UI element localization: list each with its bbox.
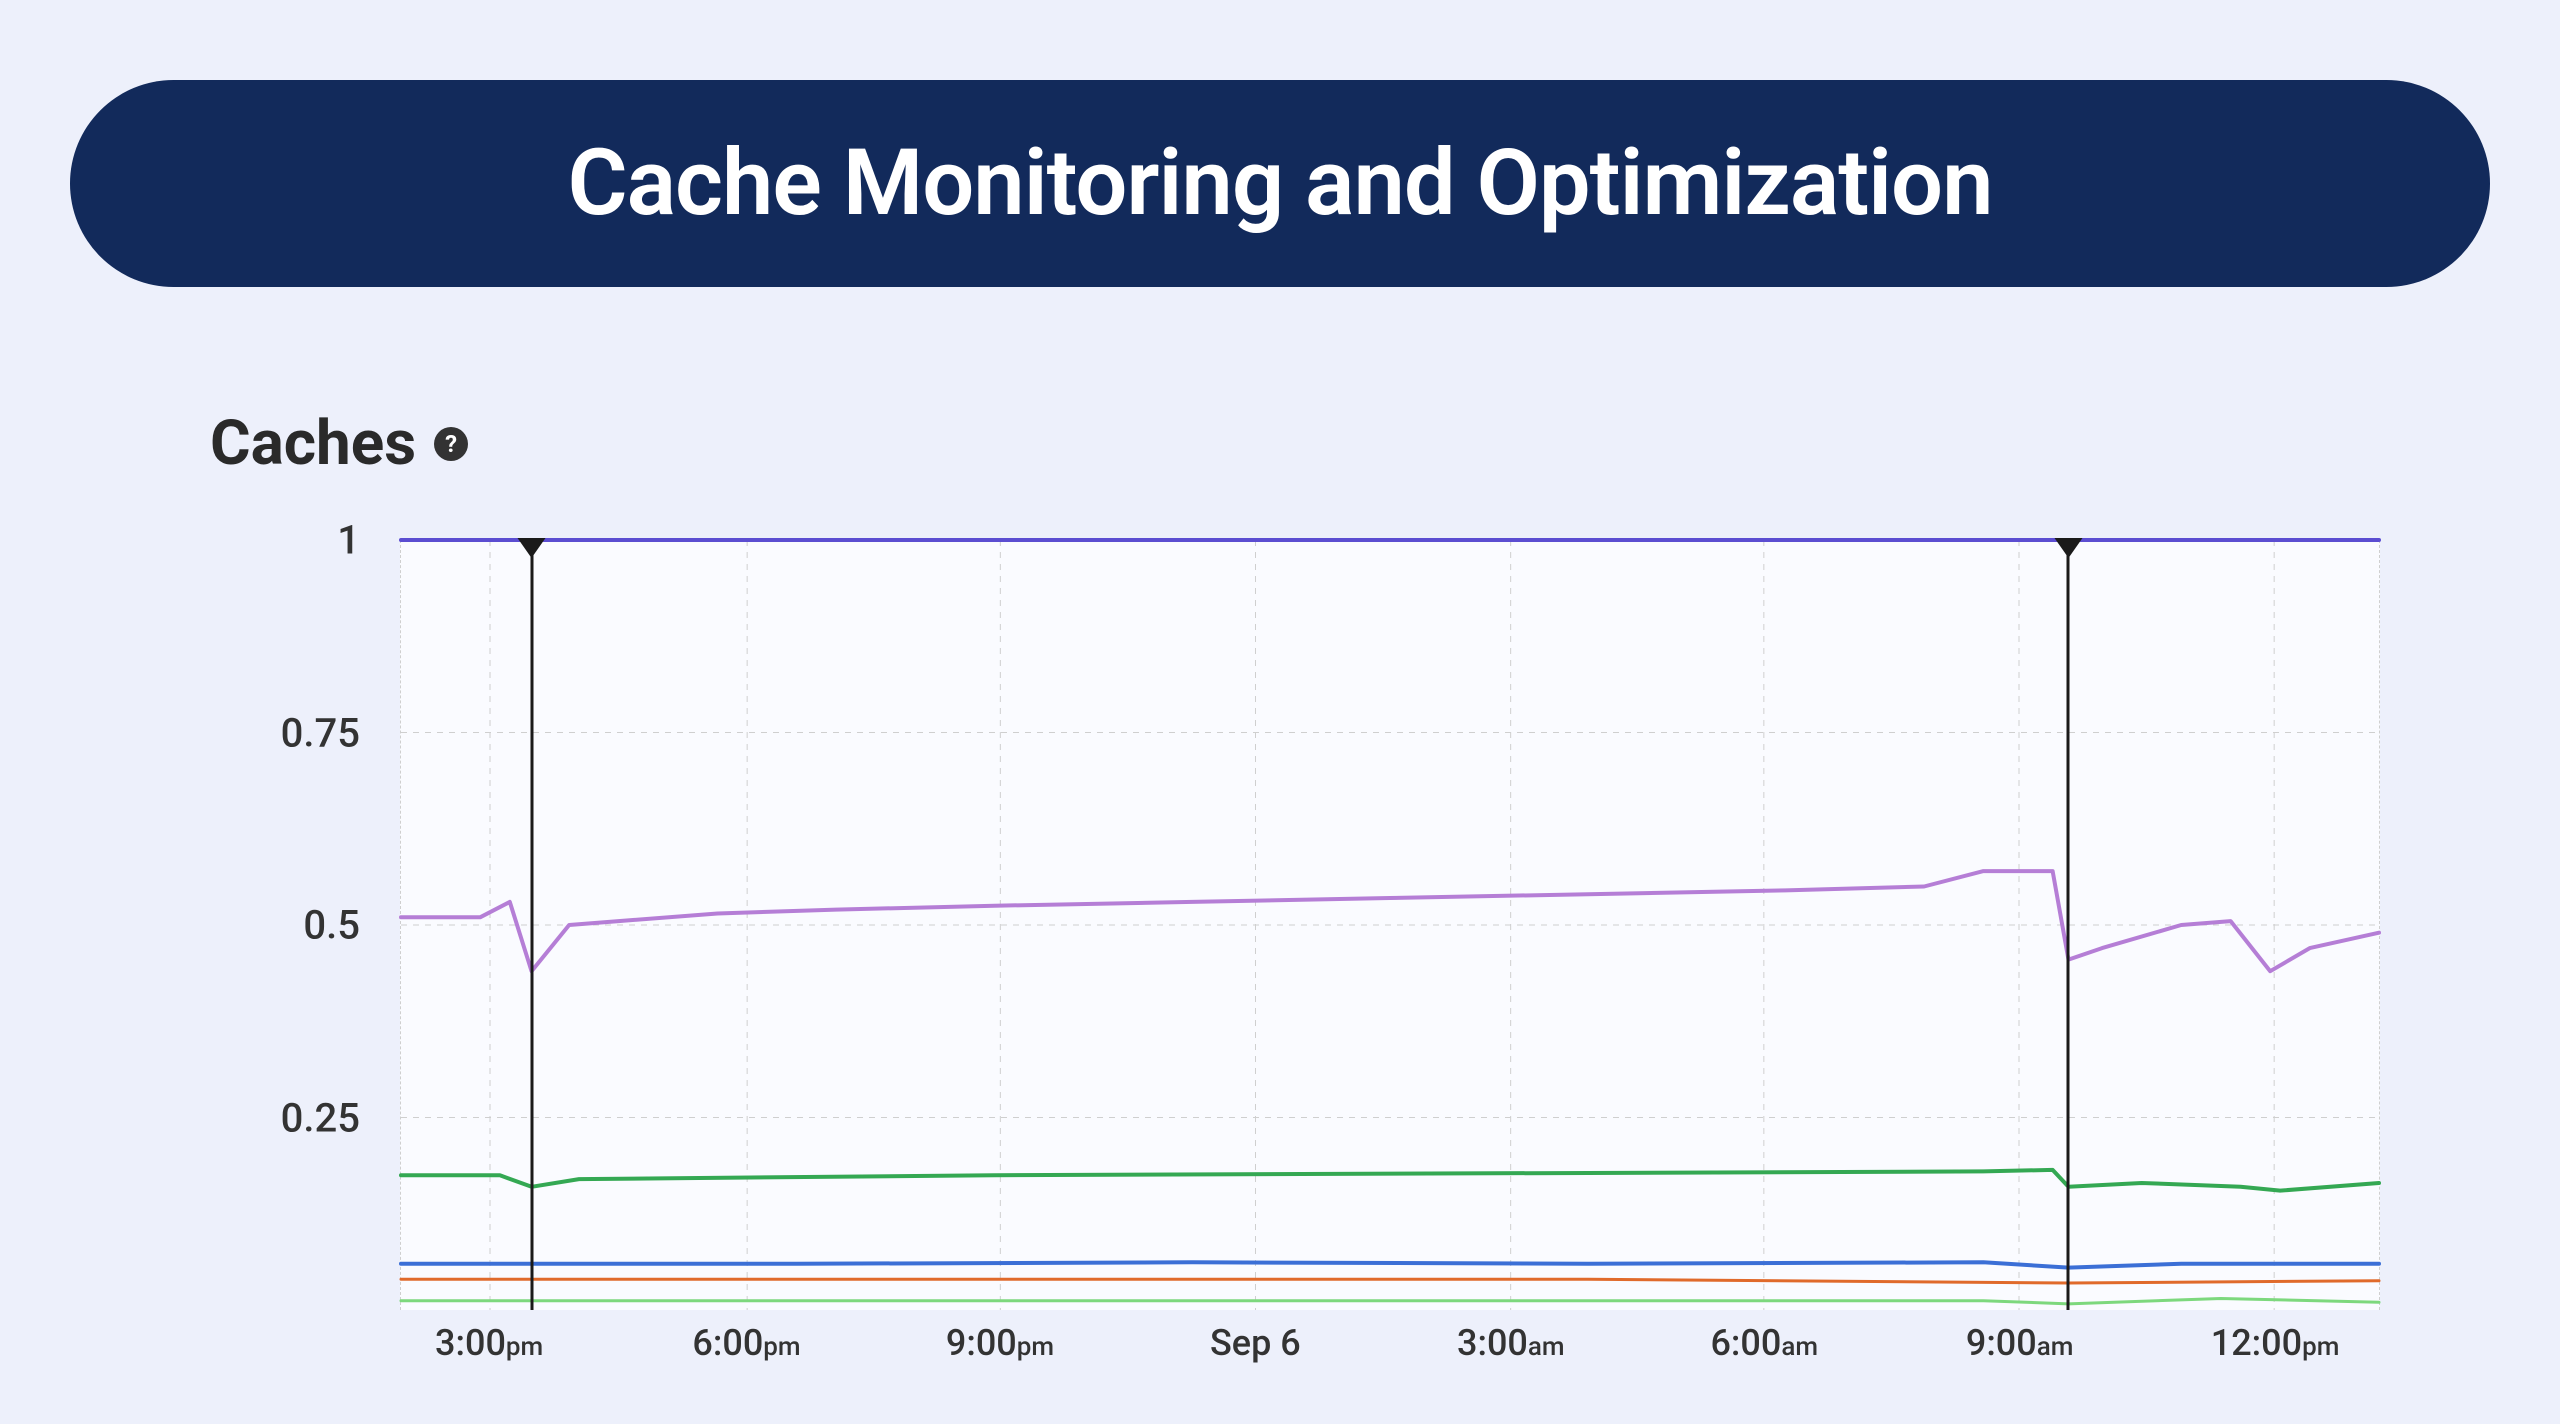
x-tick-label: 9:00am	[1966, 1322, 2074, 1364]
chart-series	[401, 1262, 2379, 1267]
x-tick-label: 6:00am	[1710, 1322, 1818, 1364]
chart-plot-area[interactable]	[400, 540, 2380, 1310]
time-marker[interactable]	[530, 540, 533, 1310]
chart-svg	[401, 540, 2379, 1310]
section-title: Caches	[210, 407, 416, 480]
y-tick-label: 0.75	[281, 709, 360, 756]
y-tick-label: 0.5	[303, 902, 360, 949]
y-tick-label: 0.25	[281, 1094, 360, 1141]
x-tick-label: 9:00pm	[946, 1322, 1054, 1364]
x-tick-label: 12:00pm	[2211, 1322, 2340, 1364]
x-tick-label: Sep 6	[1210, 1322, 1301, 1364]
time-marker[interactable]	[2067, 540, 2070, 1310]
cache-chart: 0.250.50.751 3:00pm6:00pm9:00pmSep 63:00…	[210, 540, 2380, 1380]
page-banner: Cache Monitoring and Optimization	[70, 80, 2490, 287]
chart-series	[401, 1298, 2379, 1303]
chart-series	[401, 1279, 2379, 1283]
x-tick-label: 3:00am	[1457, 1322, 1565, 1364]
chart-series	[401, 871, 2379, 971]
chart-series	[401, 1170, 2379, 1191]
x-axis: 3:00pm 6:00pm 9:00pm Sep 6 3:00am 6:00am 9:00a…	[400, 1310, 2380, 1380]
y-axis: 0.250.50.751	[210, 540, 390, 1310]
help-icon[interactable]: ?	[434, 427, 468, 461]
banner-title: Cache Monitoring and Optimization	[567, 130, 1992, 237]
section-header: Caches ?	[210, 407, 2500, 480]
y-tick-label: 1	[337, 517, 360, 564]
x-tick-label: 3:00pm	[435, 1322, 543, 1364]
x-tick-label: 6:00pm	[692, 1322, 800, 1364]
